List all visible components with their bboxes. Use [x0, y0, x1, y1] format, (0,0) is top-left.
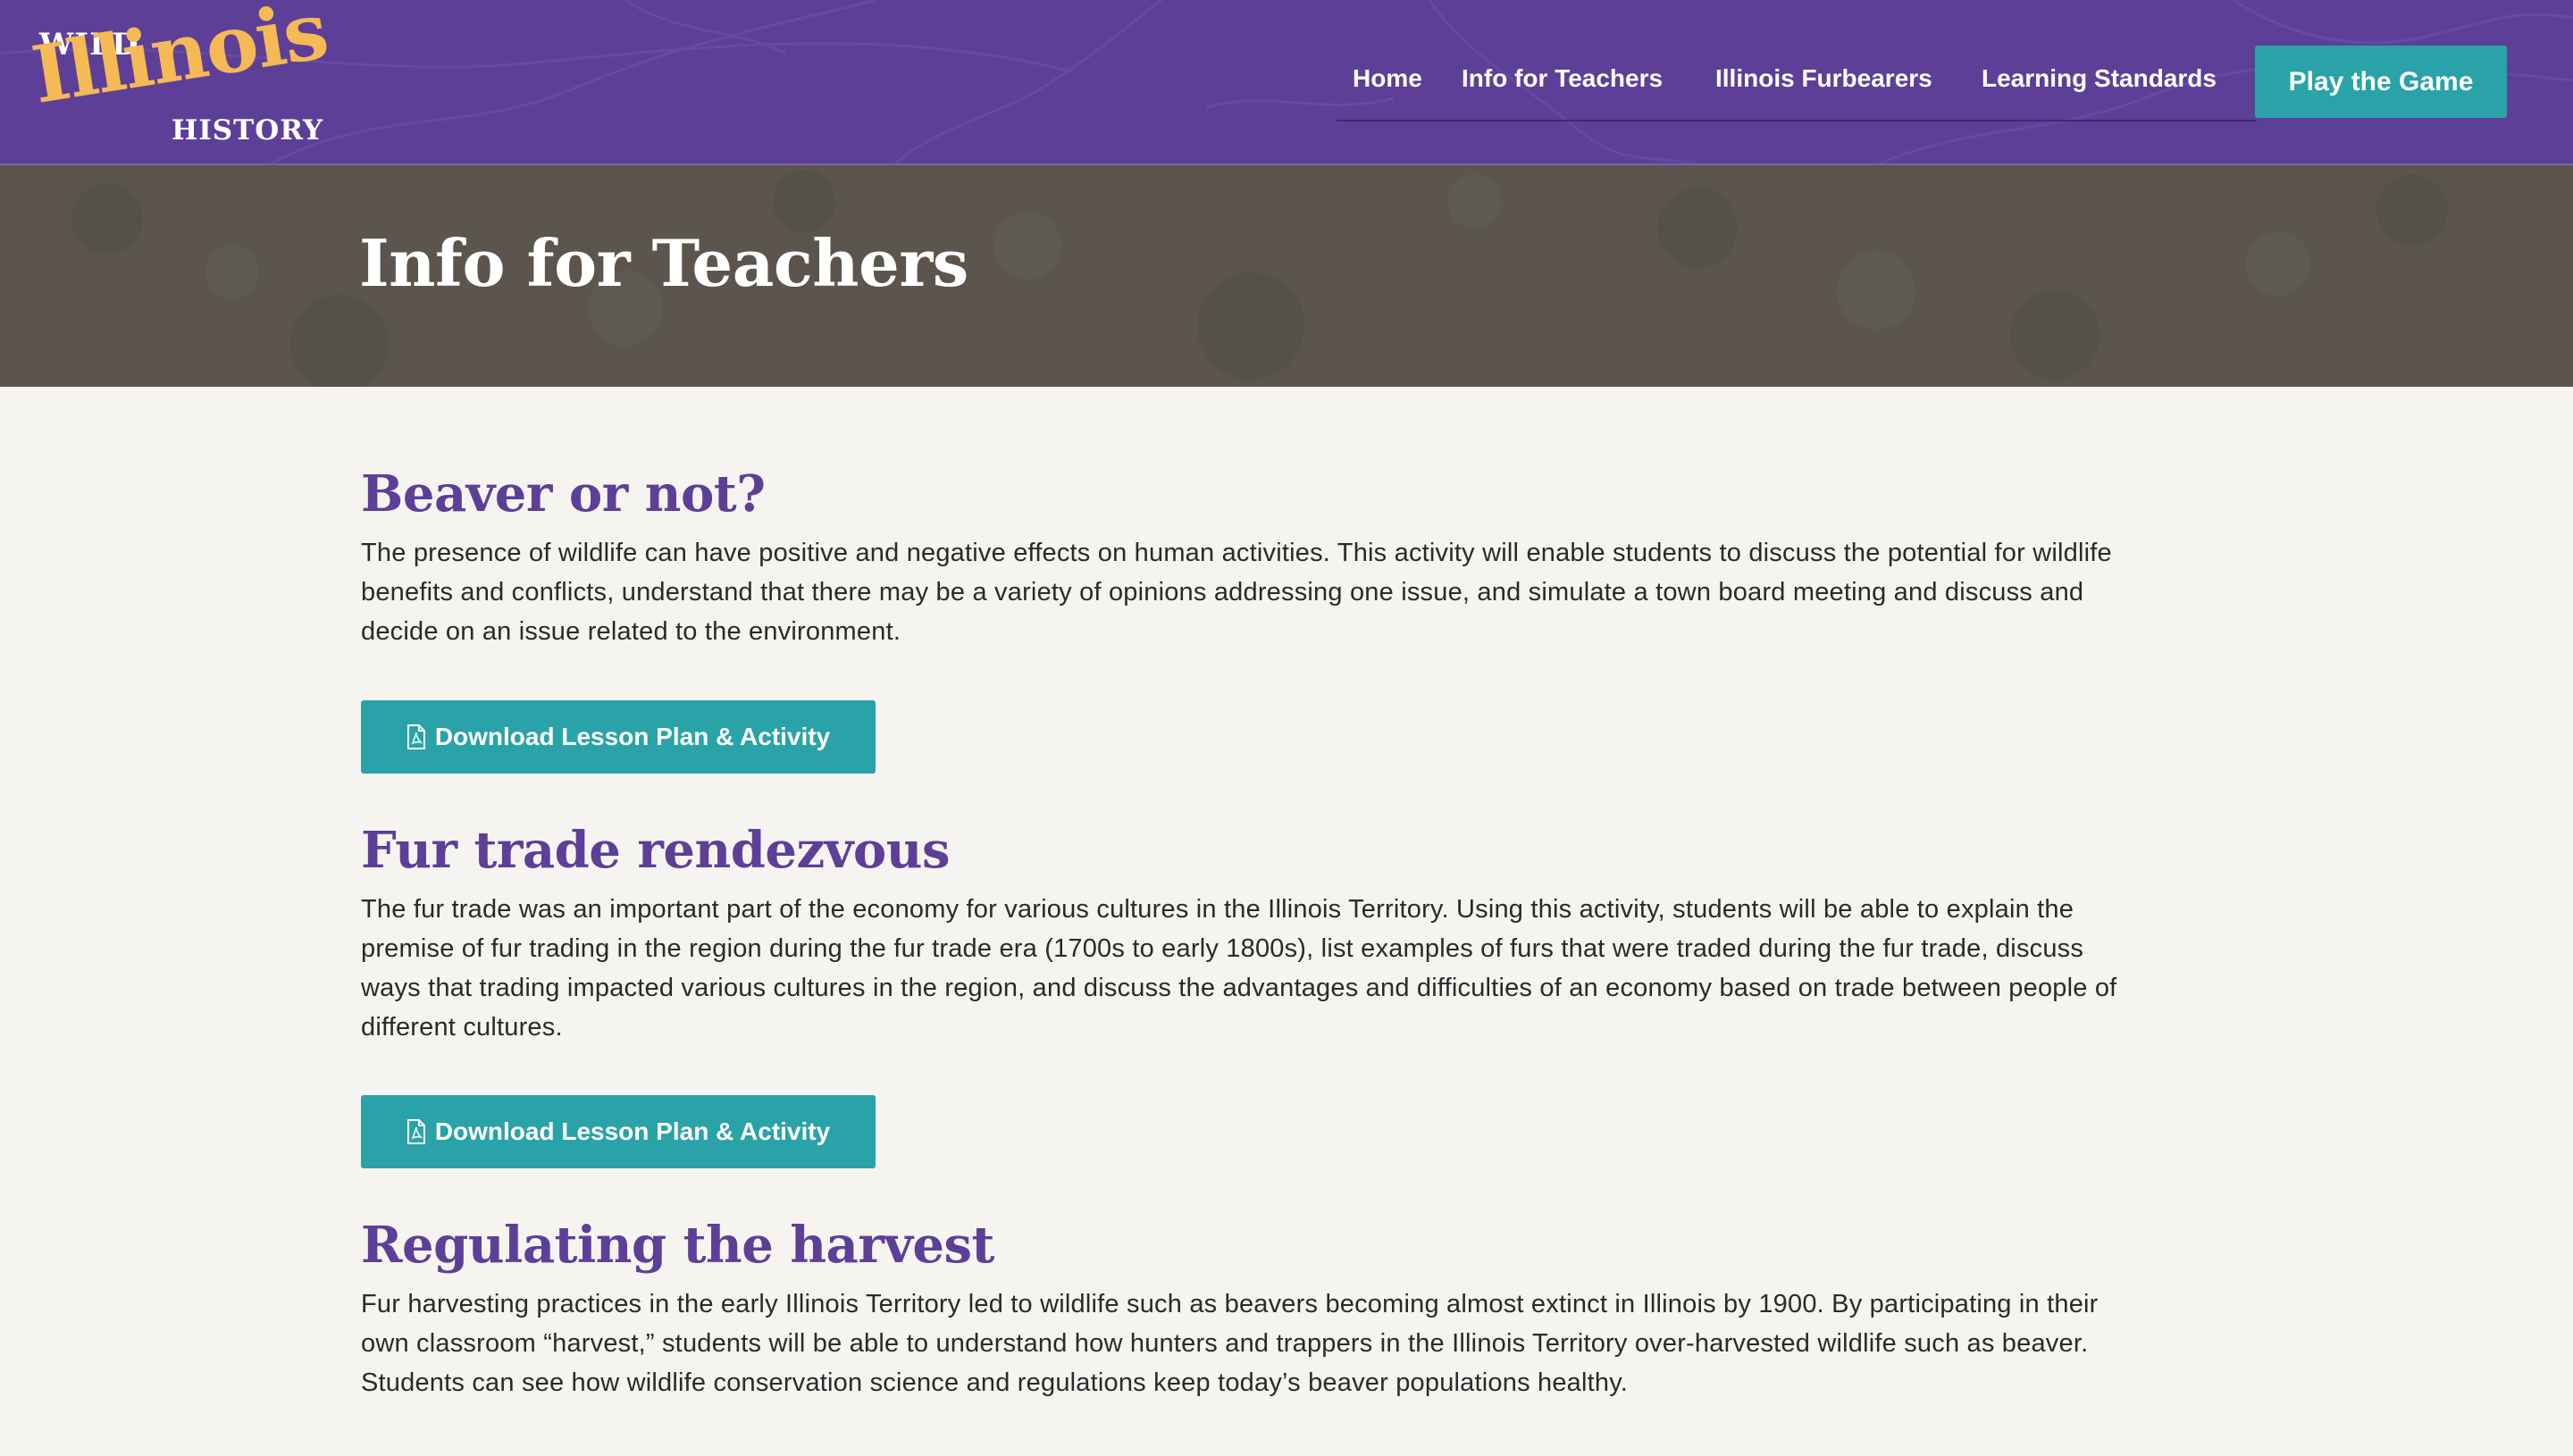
lesson-description: Fur harvesting practices in the early Il… — [361, 1290, 2099, 1397]
download-lesson-plan-button[interactable]: Download Lesson Plan & Activity — [361, 1095, 876, 1168]
lesson-beaver-or-not: Beaver or not? The presence of wildlife … — [361, 464, 2148, 774]
play-the-game-button[interactable]: Play the Game — [2255, 46, 2507, 118]
nav-item-info-for-teachers[interactable]: Info for Teachers — [1462, 64, 1663, 93]
download-lesson-plan-button[interactable]: Download Lesson Plan & Activity — [361, 700, 876, 774]
pdf-file-icon — [406, 724, 425, 749]
nav-item-learning-standards[interactable]: Learning Standards — [1982, 64, 2217, 93]
lesson-regulating-the-harvest: Regulating the harvest Fur harvesting pr… — [361, 1216, 2148, 1397]
lesson-title: Regulating the harvest — [361, 1216, 994, 1275]
nav-item-home[interactable]: Home — [1353, 64, 1422, 93]
lesson-description: The fur trade was an important part of t… — [361, 895, 2117, 1042]
nav-item-illinois-furbearers[interactable]: Illinois Furbearers — [1715, 64, 1932, 93]
main-navigation: Home Info for Teachers Illinois Furbeare… — [1337, 45, 2257, 121]
site-logo[interactable]: WILD Illinois HISTORY — [26, 0, 334, 148]
lesson-description: The presence of wildlife can have positi… — [361, 539, 2112, 646]
logo-illinois-text: Illinois — [25, 0, 333, 121]
lesson-title: Fur trade rendezvous — [361, 821, 951, 880]
page-hero-banner: Info for Teachers — [0, 165, 2573, 387]
logo-history-text: HISTORY — [172, 114, 324, 146]
pdf-file-icon — [406, 1119, 425, 1144]
download-button-label: Download Lesson Plan & Activity — [434, 1117, 831, 1145]
lesson-title: Beaver or not? — [361, 464, 766, 523]
page-title: Info for Teachers — [359, 225, 968, 301]
download-button-label: Download Lesson Plan & Activity — [434, 723, 831, 750]
lesson-fur-trade-rendezvous: Fur trade rendezvous The fur trade was a… — [361, 821, 2148, 1168]
site-header: WILD Illinois HISTORY Home Info for Teac… — [0, 0, 2573, 165]
